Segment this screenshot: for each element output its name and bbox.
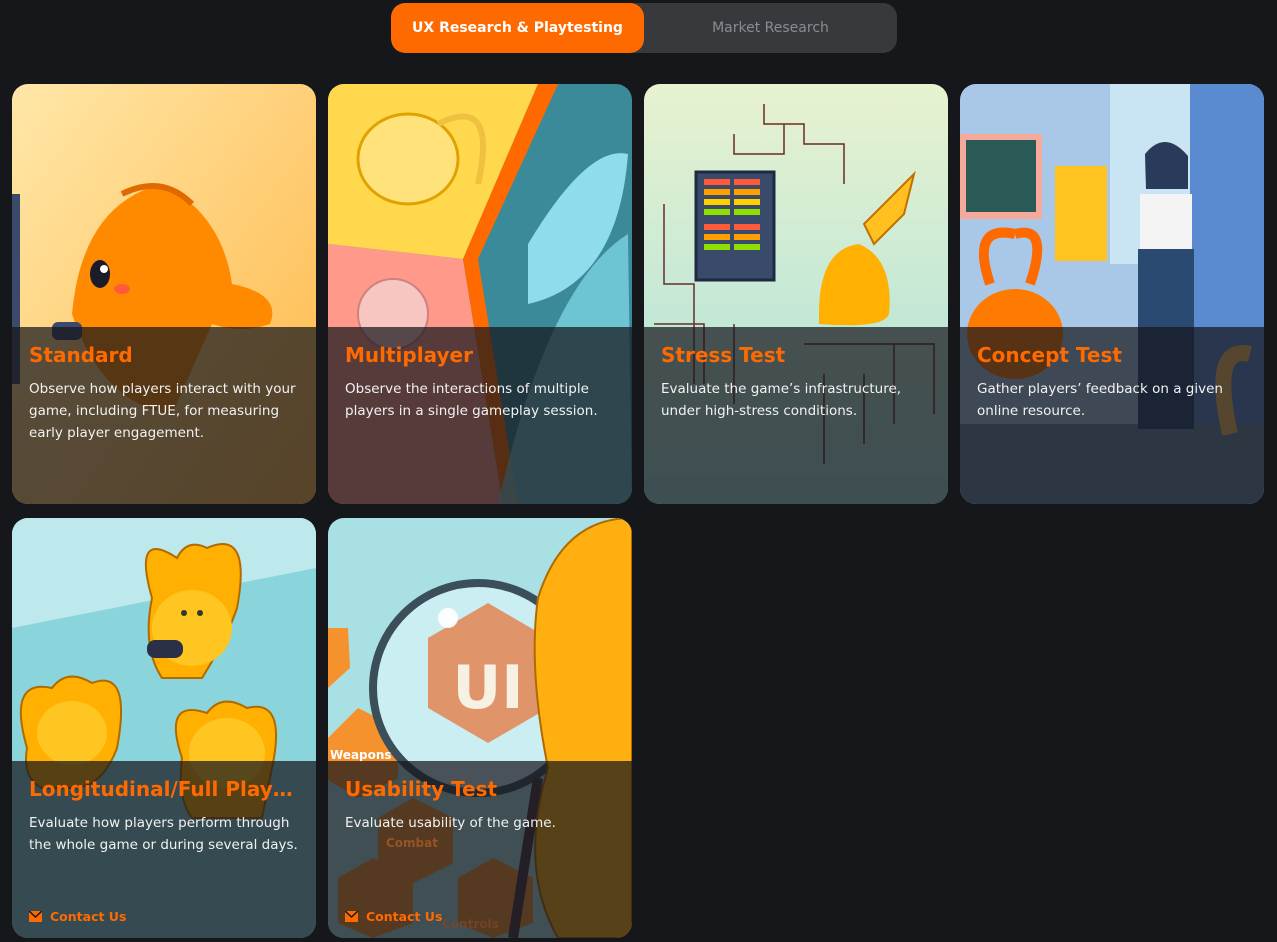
art-label-weapons: Weapons bbox=[330, 748, 392, 762]
card-title: Usability Test bbox=[345, 777, 498, 801]
card-standard[interactable]: Standard Observe how players interact wi… bbox=[12, 84, 316, 504]
card-content: Concept Test Gather players’ feedback on… bbox=[960, 327, 1264, 504]
card-title: Longitudinal/Full Playthrough bbox=[29, 777, 299, 801]
card-description: Evaluate how players perform through the… bbox=[29, 815, 298, 853]
card-concept-test[interactable]: Concept Test Gather players’ feedback on… bbox=[960, 84, 1264, 504]
card-content: Standard Observe how players interact wi… bbox=[12, 327, 316, 504]
art-label-combat: Combat bbox=[386, 836, 438, 850]
art-label-controls: Controls bbox=[442, 917, 499, 931]
card-content: Multiplayer Observe the interactions of … bbox=[328, 327, 632, 504]
mail-icon bbox=[345, 911, 358, 922]
card-usability-test[interactable]: UI Weapons Usability Test Evaluate usabi… bbox=[328, 518, 632, 938]
card-stress-test[interactable]: Stress Test Evaluate the game’s infrastr… bbox=[644, 84, 948, 504]
contact-us-link[interactable]: Contact Us bbox=[29, 909, 126, 924]
contact-us-label: Contact Us bbox=[366, 909, 443, 924]
card-title: Multiplayer bbox=[345, 343, 473, 367]
card-description: Observe how players interact with your g… bbox=[29, 381, 296, 441]
card-title: Stress Test bbox=[661, 343, 786, 367]
svg-text:UI: UI bbox=[452, 653, 523, 723]
card-description: Gather players’ feedback on a given onli… bbox=[977, 381, 1223, 419]
card-longitudinal[interactable]: Longitudinal/Full Playthrough Evaluate h… bbox=[12, 518, 316, 938]
tab-ux-research[interactable]: UX Research & Playtesting bbox=[391, 3, 644, 53]
card-content: Stress Test Evaluate the game’s infrastr… bbox=[644, 327, 948, 504]
contact-us-label: Contact Us bbox=[50, 909, 127, 924]
mail-icon bbox=[29, 911, 42, 922]
card-description: Evaluate usability of the game. bbox=[345, 815, 556, 831]
research-type-tabs: UX Research & Playtesting Market Researc… bbox=[391, 3, 897, 53]
card-description: Observe the interactions of multiple pla… bbox=[345, 381, 598, 419]
contact-us-link[interactable]: Contact Us bbox=[345, 909, 442, 924]
card-multiplayer[interactable]: Multiplayer Observe the interactions of … bbox=[328, 84, 632, 504]
card-description: Evaluate the game’s infrastructure, unde… bbox=[661, 381, 902, 419]
card-title: Standard bbox=[29, 343, 133, 367]
card-title: Concept Test bbox=[977, 343, 1122, 367]
tab-market-research[interactable]: Market Research bbox=[644, 3, 897, 53]
